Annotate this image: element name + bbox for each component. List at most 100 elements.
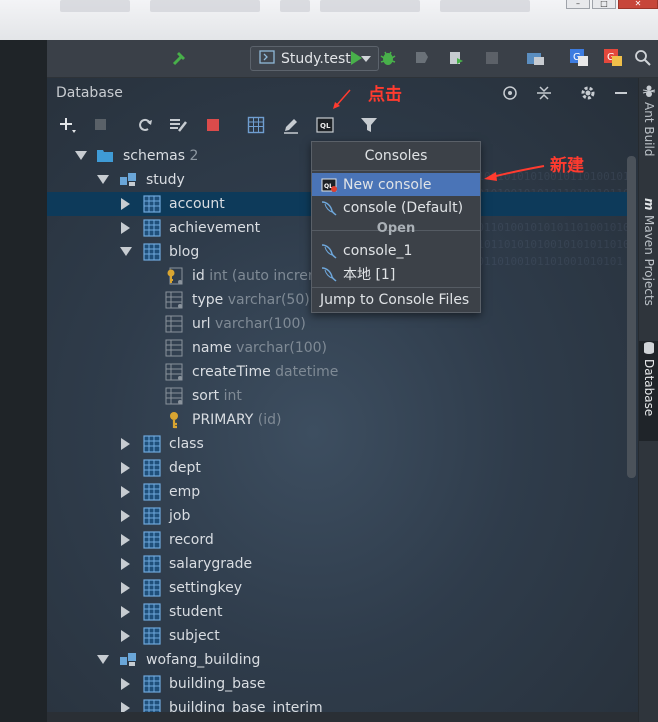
edit-pencil-icon[interactable] xyxy=(281,115,301,135)
column-name: id xyxy=(192,268,205,284)
expand-arrow-right-icon[interactable] xyxy=(120,222,132,234)
window-controls: – □ ✕ xyxy=(564,0,658,9)
tree-node-table[interactable]: student xyxy=(47,600,627,624)
expand-arrow-down-icon[interactable] xyxy=(97,654,109,666)
tree-node-column[interactable]: sort int xyxy=(47,384,627,408)
column-type: int (auto increr xyxy=(209,268,314,284)
column-name: type xyxy=(192,292,224,308)
local-console-item[interactable]: 本地 [1] xyxy=(312,262,480,285)
tree-node-table[interactable]: salarygrade xyxy=(47,552,627,576)
search-icon[interactable] xyxy=(632,48,654,68)
tree-node-key[interactable]: PRIMARY (id) xyxy=(47,408,627,432)
sql-console-icon[interactable]: QL xyxy=(315,115,335,135)
tree-node-table[interactable]: emp xyxy=(47,480,627,504)
hide-panel-icon[interactable] xyxy=(613,84,629,106)
refresh-icon[interactable] xyxy=(135,115,155,135)
project-structure-icon[interactable] xyxy=(525,48,547,68)
tree-node-table[interactable]: building_base xyxy=(47,672,627,696)
expand-arrow-right-icon[interactable] xyxy=(120,438,132,450)
expand-arrow-right-icon[interactable] xyxy=(120,462,132,474)
default-console-item[interactable]: console (Default) xyxy=(312,196,480,219)
expand-arrow-down-icon[interactable] xyxy=(75,150,87,162)
editor-gutter xyxy=(0,40,47,722)
expand-arrow-right-icon[interactable] xyxy=(120,198,132,210)
filter-icon[interactable] xyxy=(359,115,379,135)
table-icon xyxy=(143,483,161,501)
duplicate-icon[interactable] xyxy=(91,115,111,135)
coverage-icon[interactable] xyxy=(411,48,433,68)
translate-plugin-icon[interactable]: G xyxy=(602,48,624,68)
expand-arrow-down-icon[interactable] xyxy=(120,246,132,258)
table-icon xyxy=(143,195,161,213)
tree-label: account xyxy=(169,196,225,212)
table-icon xyxy=(143,531,161,549)
bottom-edge xyxy=(47,712,638,722)
gear-icon[interactable] xyxy=(579,84,597,106)
run-icon[interactable] xyxy=(345,48,367,68)
debug-bug-icon[interactable] xyxy=(377,48,399,68)
console-1-item[interactable]: console_1 xyxy=(312,239,480,262)
jump-to-console-files-item[interactable]: Jump to Console Files xyxy=(312,288,480,311)
stop-icon[interactable] xyxy=(481,48,503,68)
column-type: varchar(100) xyxy=(236,340,328,356)
table-icon xyxy=(143,435,161,453)
sidebar-tab-ant-build[interactable]: Ant Build xyxy=(639,84,658,180)
column-icon xyxy=(165,291,183,309)
expand-arrow-down-icon[interactable] xyxy=(97,174,109,186)
schema-count: 2 xyxy=(189,148,199,164)
expand-arrow-right-icon[interactable] xyxy=(120,606,132,618)
expand-arrow-right-icon[interactable] xyxy=(120,678,132,690)
menu-item-label: Jump to Console Files xyxy=(320,291,470,308)
sidebar-tab-maven[interactable]: m Maven Projects xyxy=(639,198,658,328)
menu-item-label: console_1 xyxy=(343,242,413,259)
tree-node-column[interactable]: name varchar(100) xyxy=(47,336,627,360)
stop-red-icon[interactable] xyxy=(203,115,223,135)
expand-arrow-right-icon[interactable] xyxy=(120,558,132,570)
tree-node-column[interactable]: createTime datetime xyxy=(47,360,627,384)
popup-title: Consoles xyxy=(312,142,480,171)
tree-node-schema-wofang[interactable]: wofang_building xyxy=(47,648,627,672)
tree-node-column[interactable]: url varchar(100) xyxy=(47,312,627,336)
table-view-icon[interactable] xyxy=(246,115,266,135)
expand-arrow-right-icon[interactable] xyxy=(120,486,132,498)
sidebar-tab-database[interactable]: Database xyxy=(639,341,658,441)
google-translate-icon[interactable]: G xyxy=(568,48,590,68)
tree-node-table[interactable]: settingkey xyxy=(47,576,627,600)
build-hammer-icon[interactable] xyxy=(169,48,191,68)
ant-icon xyxy=(642,84,656,98)
close-button[interactable]: ✕ xyxy=(618,0,658,9)
panel-toolbar: QL xyxy=(47,112,638,140)
tree-label: salarygrade xyxy=(169,556,253,572)
table-icon xyxy=(143,603,161,621)
tree-label: record xyxy=(169,532,214,548)
tree-node-table[interactable]: subject xyxy=(47,624,627,648)
tree-node-table[interactable]: dept xyxy=(47,456,627,480)
tree-node-table[interactable]: record xyxy=(47,528,627,552)
right-tool-sidebar: Ant Build m Maven Projects Database xyxy=(638,78,658,722)
profile-icon[interactable] xyxy=(445,48,467,68)
expand-arrow-right-icon[interactable] xyxy=(120,510,132,522)
target-icon[interactable] xyxy=(501,84,519,106)
collapse-all-icon[interactable] xyxy=(535,84,553,106)
tree-node-table[interactable]: job xyxy=(47,504,627,528)
new-console-item[interactable]: QL New console xyxy=(312,173,480,196)
sql-console-icon: QL xyxy=(320,176,338,194)
expand-arrow-right-icon[interactable] xyxy=(120,534,132,546)
run-config-label: Study.test xyxy=(281,50,351,67)
svg-text:QL: QL xyxy=(320,122,331,130)
column-icon xyxy=(165,387,183,405)
tree-scrollbar[interactable] xyxy=(627,156,636,478)
column-name: url xyxy=(192,316,211,332)
tree-node-table[interactable]: class xyxy=(47,432,627,456)
expand-arrow-right-icon[interactable] xyxy=(120,630,132,642)
maximize-button[interactable]: □ xyxy=(592,0,616,9)
schema-sync-icon[interactable] xyxy=(168,115,188,135)
minimize-button[interactable]: – xyxy=(566,0,590,9)
annotation-arrow-icon xyxy=(484,165,545,181)
column-icon xyxy=(165,363,183,381)
tree-label: class xyxy=(169,436,204,452)
blurred-tab xyxy=(150,0,260,12)
menu-item-label: 本地 [1] xyxy=(343,266,396,283)
expand-arrow-right-icon[interactable] xyxy=(120,582,132,594)
add-icon[interactable] xyxy=(58,115,78,135)
